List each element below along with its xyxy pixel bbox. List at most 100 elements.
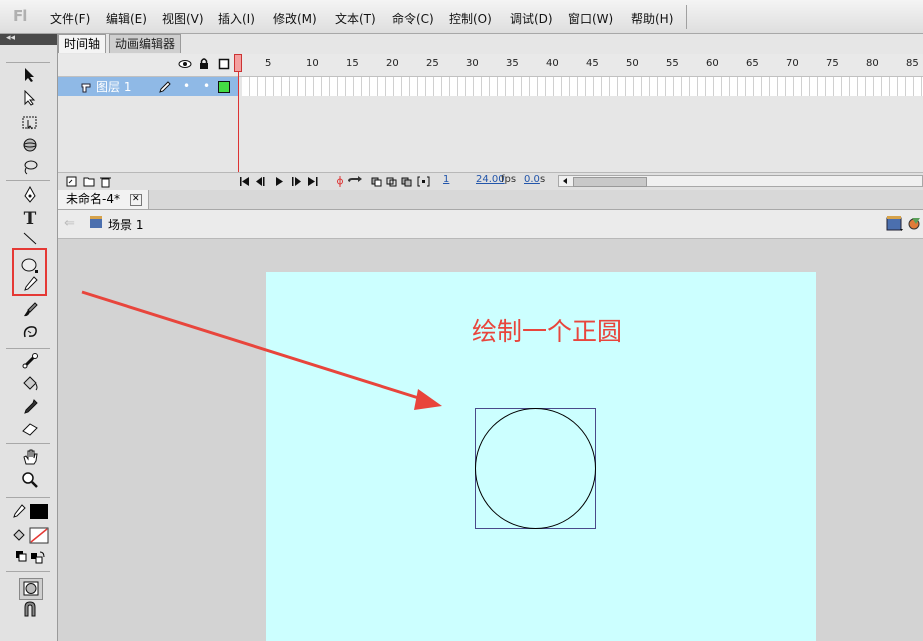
bone-icon	[22, 353, 38, 369]
document-tab[interactable]: 未命名-4* ✕	[58, 190, 149, 209]
next-frame-icon	[292, 177, 301, 186]
fill-color-swatch	[29, 527, 49, 544]
text-tool[interactable]: T	[20, 209, 40, 229]
default-colors-control[interactable]	[14, 549, 48, 568]
globe-icon	[23, 138, 37, 152]
black-white-icon	[16, 551, 27, 562]
fps-unit: fps	[501, 174, 517, 185]
pen-tool[interactable]	[20, 185, 40, 206]
stroke-color-control[interactable]	[12, 503, 52, 524]
bucket-icon	[23, 376, 38, 391]
current-frame-value[interactable]: 1	[443, 174, 449, 185]
eyedropper-tool[interactable]	[20, 398, 40, 418]
outline-icon[interactable]	[218, 57, 230, 70]
lasso-tool[interactable]	[20, 158, 40, 178]
collapse-icon[interactable]: ◂◂	[6, 33, 15, 43]
lock-icon[interactable]	[198, 57, 210, 70]
divider	[6, 62, 50, 63]
divider	[6, 571, 50, 572]
ruler-label: 85	[906, 58, 919, 69]
snap-to-objects-toggle[interactable]	[20, 600, 40, 620]
menu-debug[interactable]: 调试(D)	[510, 10, 553, 27]
stage[interactable]: 绘制一个正圆	[266, 272, 816, 641]
new-layer-icon	[66, 176, 77, 187]
scroll-left-icon[interactable]	[561, 177, 569, 185]
divider	[6, 443, 50, 444]
timeline-scrollbar[interactable]	[558, 175, 923, 187]
object-drawing-icon	[23, 581, 39, 596]
onion-outlines-icon	[386, 177, 397, 187]
tools-header: ◂◂	[0, 33, 57, 45]
timeline-controls: 1 24.00 fps 0.0 s	[58, 172, 923, 190]
free-transform-tool[interactable]	[20, 114, 40, 134]
menu-file[interactable]: 文件(F)	[50, 10, 90, 27]
divider	[6, 348, 50, 349]
eyedropper-icon	[24, 399, 38, 414]
zoom-tool[interactable]	[20, 471, 40, 491]
playhead[interactable]	[234, 54, 242, 72]
scene-label[interactable]: 场景 1	[108, 216, 143, 233]
hand-icon	[23, 449, 38, 465]
outline-color-swatch[interactable]	[218, 81, 230, 93]
fill-color-control[interactable]	[12, 527, 52, 548]
menu-view[interactable]: 视图(V)	[162, 10, 204, 27]
menu-commands[interactable]: 命令(C)	[392, 10, 434, 27]
menu-edit[interactable]: 编辑(E)	[106, 10, 147, 27]
brush-tool[interactable]	[20, 301, 40, 321]
selection-tool[interactable]	[20, 67, 40, 87]
document-tabbar: 未命名-4* ✕	[58, 190, 923, 210]
eye-icon[interactable]	[178, 58, 192, 70]
close-icon[interactable]: ✕	[129, 193, 142, 206]
menu-help[interactable]: 帮助(H)	[631, 10, 673, 27]
ruler-label: 65	[746, 58, 759, 69]
menu-control[interactable]: 控制(O)	[449, 10, 492, 27]
subselection-tool[interactable]	[20, 89, 40, 110]
bone-tool[interactable]	[20, 352, 40, 372]
layer-row[interactable]: 图层 1 • •	[58, 77, 238, 96]
subselect-cursor-icon	[24, 89, 36, 106]
3d-rotation-tool[interactable]	[20, 136, 40, 156]
timeline-panel: 时间轴 动画编辑器 1 5 10 15 20 25 30 35 40 45 50…	[58, 34, 923, 190]
new-folder-icon	[83, 177, 95, 187]
scroll-thumb[interactable]	[573, 177, 647, 187]
ruler-label: 45	[586, 58, 599, 69]
stroke-color-swatch	[30, 504, 48, 519]
onion-markers-icon	[417, 176, 430, 187]
layer-name: 图层 1	[96, 80, 132, 94]
menu-text[interactable]: 文本(T)	[335, 10, 376, 27]
work-area: 绘制一个正圆	[58, 239, 923, 641]
last-frame-icon	[308, 177, 318, 186]
circle-bounding-box[interactable]	[475, 408, 596, 529]
elapsed-time-value[interactable]: 0.0	[524, 174, 540, 185]
paint-bucket-tool[interactable]	[20, 375, 40, 395]
ruler-label: 25	[426, 58, 439, 69]
tab-motion-editor[interactable]: 动画编辑器	[109, 34, 182, 53]
tab-timeline[interactable]: 时间轴	[58, 34, 107, 53]
ruler-label: 70	[786, 58, 799, 69]
menu-window[interactable]: 窗口(W)	[568, 10, 613, 27]
eraser-tool[interactable]	[20, 420, 40, 440]
drawn-circle[interactable]	[475, 408, 596, 529]
lock-dot[interactable]: •	[203, 79, 210, 93]
magnifier-icon	[22, 472, 38, 488]
visibility-dot[interactable]: •	[183, 79, 190, 93]
trash-icon	[100, 177, 111, 188]
transform-icon	[22, 116, 37, 130]
frames-area[interactable]	[242, 77, 923, 96]
scene-bar: ⇐ 场景 1	[58, 210, 923, 239]
ruler-label: 10	[306, 58, 319, 69]
line-tool[interactable]	[20, 230, 40, 250]
menu-insert[interactable]: 插入(I)	[218, 10, 255, 27]
divider	[6, 497, 50, 498]
hand-tool[interactable]	[20, 448, 40, 468]
first-frame-icon	[240, 177, 249, 186]
menu-separator	[686, 5, 687, 29]
object-drawing-toggle[interactable]	[19, 578, 43, 600]
bucket-icon	[13, 529, 25, 541]
back-arrow-icon[interactable]: ⇐	[64, 216, 75, 231]
deco-tool[interactable]	[20, 323, 40, 343]
menu-modify[interactable]: 修改(M)	[273, 10, 317, 27]
edit-scene-icon	[886, 216, 903, 231]
clapper-icon	[90, 216, 102, 228]
ruler-label: 50	[626, 58, 639, 69]
